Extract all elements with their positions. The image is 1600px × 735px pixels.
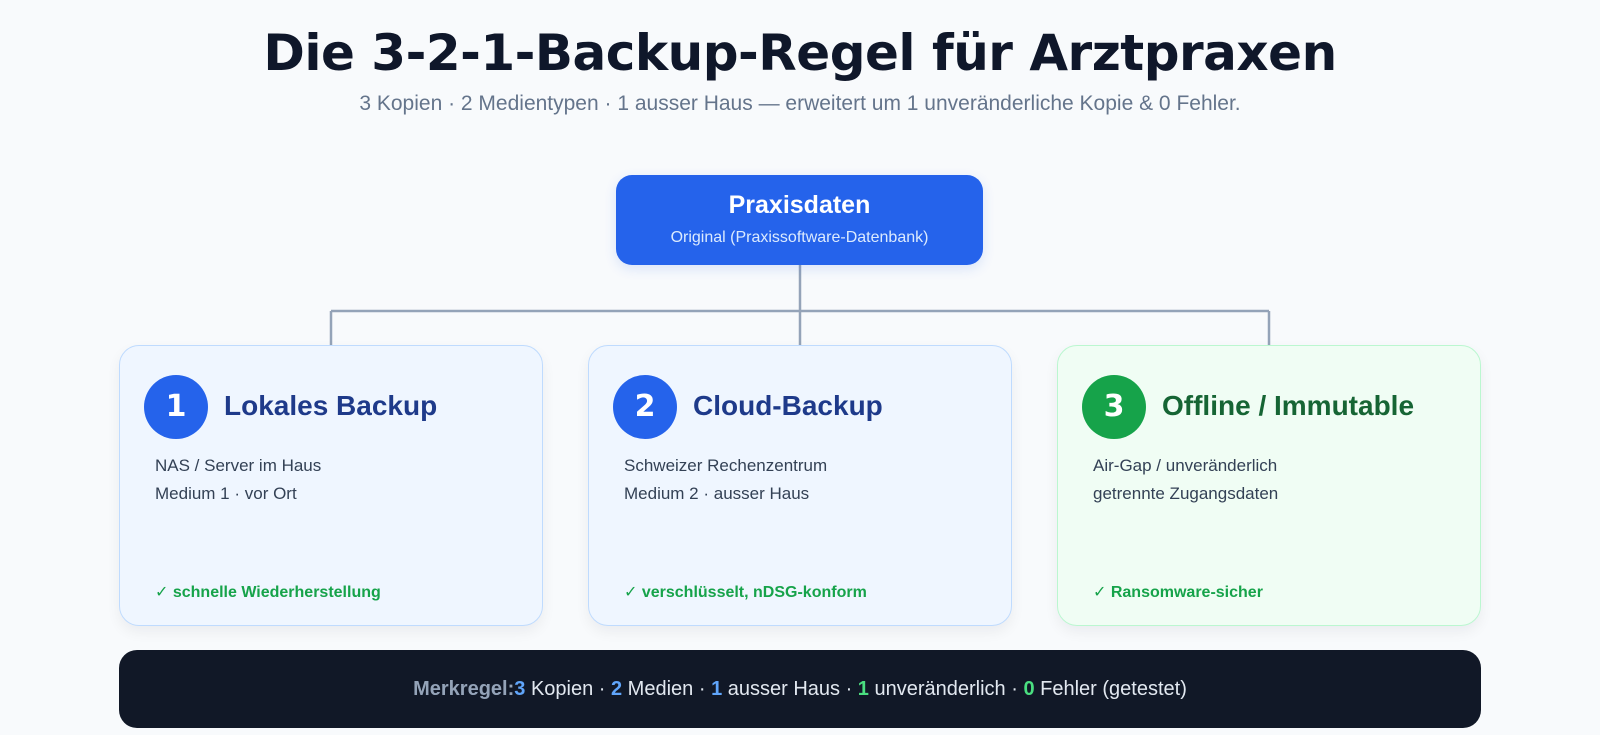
footer-mnemonic-bar: Merkregel:3 Kopien · 2 Medien · 1 ausser… bbox=[119, 650, 1481, 728]
footer-text: unveränderlich · bbox=[868, 678, 1024, 700]
footer-text: Kopien · bbox=[525, 678, 611, 700]
footer-number: 0 bbox=[1023, 678, 1035, 700]
card-benefit: ✓ verschlüsselt, nDSG-konform bbox=[624, 584, 867, 601]
card-offline-immutable: 3 Offline / Immutable Air-Gap / unveränd… bbox=[1057, 345, 1481, 626]
card-title: Lokales Backup bbox=[224, 390, 438, 421]
footer-number: 1 bbox=[857, 678, 869, 700]
footer-label: Merkregel: bbox=[413, 678, 515, 700]
footer-text: Medien · bbox=[622, 678, 712, 700]
card-number-badge: 3 bbox=[1082, 375, 1146, 439]
card-number-badge: 2 bbox=[613, 375, 677, 439]
card-number-badge: 1 bbox=[144, 375, 208, 439]
footer-number: 2 bbox=[611, 678, 623, 700]
footer-text: ausser Haus · bbox=[722, 678, 858, 700]
card-cloud-backup: 2 Cloud-Backup Schweizer Rechenzentrum M… bbox=[588, 345, 1012, 626]
card-benefit: ✓ Ransomware-sicher bbox=[1093, 584, 1263, 601]
card-local-backup: 1 Lokales Backup NAS / Server im Haus Me… bbox=[119, 345, 543, 626]
root-node-praxisdaten: Praxisdaten Original (Praxissoftware-Dat… bbox=[616, 175, 983, 265]
card-benefit: ✓ schnelle Wiederherstellung bbox=[155, 584, 381, 601]
card-detail-line: NAS / Server im Haus bbox=[155, 456, 322, 475]
card-detail-line: Schweizer Rechenzentrum bbox=[624, 456, 828, 475]
footer-number: 3 bbox=[514, 678, 526, 700]
card-detail-line: Air-Gap / unveränderlich bbox=[1093, 456, 1278, 475]
root-node-title: Praxisdaten bbox=[728, 191, 871, 219]
card-detail-line: getrennte Zugangsdaten bbox=[1093, 484, 1279, 503]
card-detail-line: Medium 2 · ausser Haus bbox=[624, 484, 810, 503]
card-title: Cloud-Backup bbox=[693, 390, 883, 421]
card-detail-line: Medium 1 · vor Ort bbox=[155, 484, 297, 503]
root-node-subtitle: Original (Praxissoftware-Datenbank) bbox=[670, 229, 929, 246]
card-title: Offline / Immutable bbox=[1162, 390, 1415, 421]
footer-text: Fehler (getestet) bbox=[1034, 678, 1187, 700]
footer-number: 1 bbox=[711, 678, 723, 700]
